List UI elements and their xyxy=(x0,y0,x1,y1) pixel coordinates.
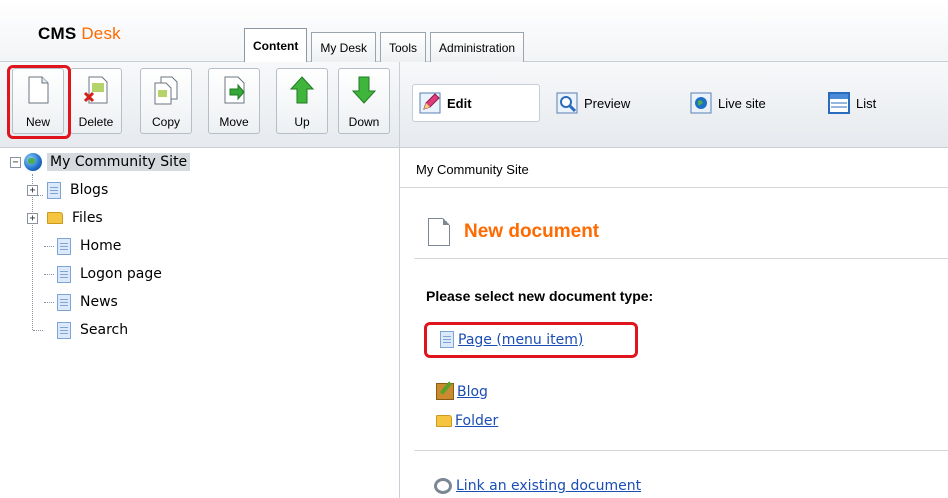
delete-button-label: Delete xyxy=(78,115,114,129)
divider xyxy=(414,258,948,259)
tree-guide-line xyxy=(44,302,54,303)
tree-node-label: News xyxy=(80,294,118,310)
copy-icon xyxy=(152,75,180,105)
move-button-label: Move xyxy=(219,115,249,129)
page-icon xyxy=(57,293,71,311)
expand-icon[interactable]: + xyxy=(27,184,38,196)
link-existing-document-label[interactable]: Link an existing document xyxy=(456,478,641,494)
live-site-mode-button[interactable]: Live site xyxy=(690,84,766,122)
new-document-icon xyxy=(428,218,450,246)
new-button-label: New xyxy=(25,115,50,129)
logo-text-cms: CMS xyxy=(38,24,77,43)
tree-node-label: My Community Site xyxy=(47,153,191,171)
page-icon xyxy=(57,237,71,255)
preview-mode-label: Preview xyxy=(584,95,631,111)
delete-button[interactable]: Delete xyxy=(70,68,122,134)
doc-type-page-label[interactable]: Page (menu item) xyxy=(458,332,583,348)
tree-guide-line xyxy=(44,274,54,275)
doc-type-folder-link[interactable]: Folder xyxy=(436,413,498,429)
view-mode-toolbar: Edit Preview Live site List xyxy=(400,62,948,148)
up-button[interactable]: Up xyxy=(276,68,328,134)
page-title-text: New document xyxy=(464,221,600,242)
delete-document-icon xyxy=(82,75,110,105)
tree-node-root[interactable]: − My Community Site xyxy=(10,151,191,173)
page-title: New document xyxy=(428,218,599,246)
tree-node-label: Search xyxy=(80,322,129,338)
folder-icon xyxy=(47,212,63,224)
tab-content[interactable]: Content xyxy=(244,28,308,62)
breadcrumb: My Community Site xyxy=(400,148,948,188)
preview-mode-button[interactable]: Preview xyxy=(556,84,630,122)
app-logo: CMS Desk xyxy=(38,24,121,44)
doc-type-page-link[interactable]: Page (menu item) xyxy=(440,331,583,348)
document-type-prompt: Please select new document type: xyxy=(426,288,654,304)
tree-node-label: Files xyxy=(72,210,103,226)
divider xyxy=(414,450,948,451)
page-icon xyxy=(57,265,71,283)
tree-node-home[interactable]: Home xyxy=(57,235,124,257)
link-existing-document[interactable]: Link an existing document xyxy=(434,478,641,494)
tree-node-label: Home xyxy=(80,238,122,254)
tree-guide-line xyxy=(33,330,43,331)
page-icon xyxy=(47,181,61,199)
live-site-mode-label: Live site xyxy=(718,95,766,111)
folder-icon xyxy=(436,415,452,427)
new-button[interactable]: New xyxy=(12,68,64,134)
copy-button-label: Copy xyxy=(151,115,180,129)
live-site-icon xyxy=(690,92,712,114)
expand-icon[interactable]: + xyxy=(27,212,38,224)
page-icon xyxy=(440,331,454,348)
edit-mode-label: Edit xyxy=(447,95,472,111)
list-mode-label: List xyxy=(856,95,877,111)
tree-node-blogs[interactable]: + Blogs xyxy=(27,179,111,201)
list-mode-button[interactable]: List xyxy=(828,84,876,122)
tab-administration[interactable]: Administration xyxy=(430,32,525,62)
main-tabs: Content My Desk Tools Administration xyxy=(244,26,528,62)
new-document-panel: New document Please select new document … xyxy=(400,188,948,498)
tree-node-news[interactable]: News xyxy=(57,291,121,313)
down-button-label: Down xyxy=(348,115,380,129)
link-icon xyxy=(434,478,452,494)
doc-type-blog-label[interactable]: Blog xyxy=(457,384,488,400)
blog-icon xyxy=(436,383,454,400)
copy-button[interactable]: Copy xyxy=(140,68,192,134)
doc-type-folder-label[interactable]: Folder xyxy=(455,413,498,429)
tree-toolbar: New Delete Copy Move Up Down xyxy=(0,62,400,148)
new-document-icon xyxy=(24,75,52,105)
move-button[interactable]: Move xyxy=(208,68,260,134)
tree-node-logon-page[interactable]: Logon page xyxy=(57,263,165,285)
list-icon xyxy=(828,92,850,114)
preview-icon xyxy=(556,92,578,114)
tree-node-label: Logon page xyxy=(80,266,162,282)
site-globe-icon xyxy=(24,153,42,171)
collapse-icon[interactable]: − xyxy=(10,156,21,168)
down-button[interactable]: Down xyxy=(338,68,390,134)
page-icon xyxy=(57,321,71,339)
tree-node-label: Blogs xyxy=(70,182,109,198)
edit-icon xyxy=(419,92,441,114)
tab-my-desk[interactable]: My Desk xyxy=(311,32,376,62)
tree-node-search[interactable]: Search xyxy=(57,319,131,341)
tree-node-files[interactable]: + Files xyxy=(27,207,106,229)
edit-mode-button[interactable]: Edit xyxy=(412,84,540,122)
move-icon xyxy=(220,75,248,105)
content-tree: − My Community Site + Blogs + Files Home… xyxy=(0,148,400,498)
logo-text-desk: Desk xyxy=(81,24,121,43)
header-bar: CMS Desk Content My Desk Tools Administr… xyxy=(0,0,948,62)
up-button-label: Up xyxy=(294,115,310,129)
tree-guide-line xyxy=(44,246,54,247)
tab-tools[interactable]: Tools xyxy=(380,32,427,62)
arrow-down-icon xyxy=(350,75,378,105)
arrow-up-icon xyxy=(288,75,316,105)
doc-type-blog-link[interactable]: Blog xyxy=(436,383,488,400)
